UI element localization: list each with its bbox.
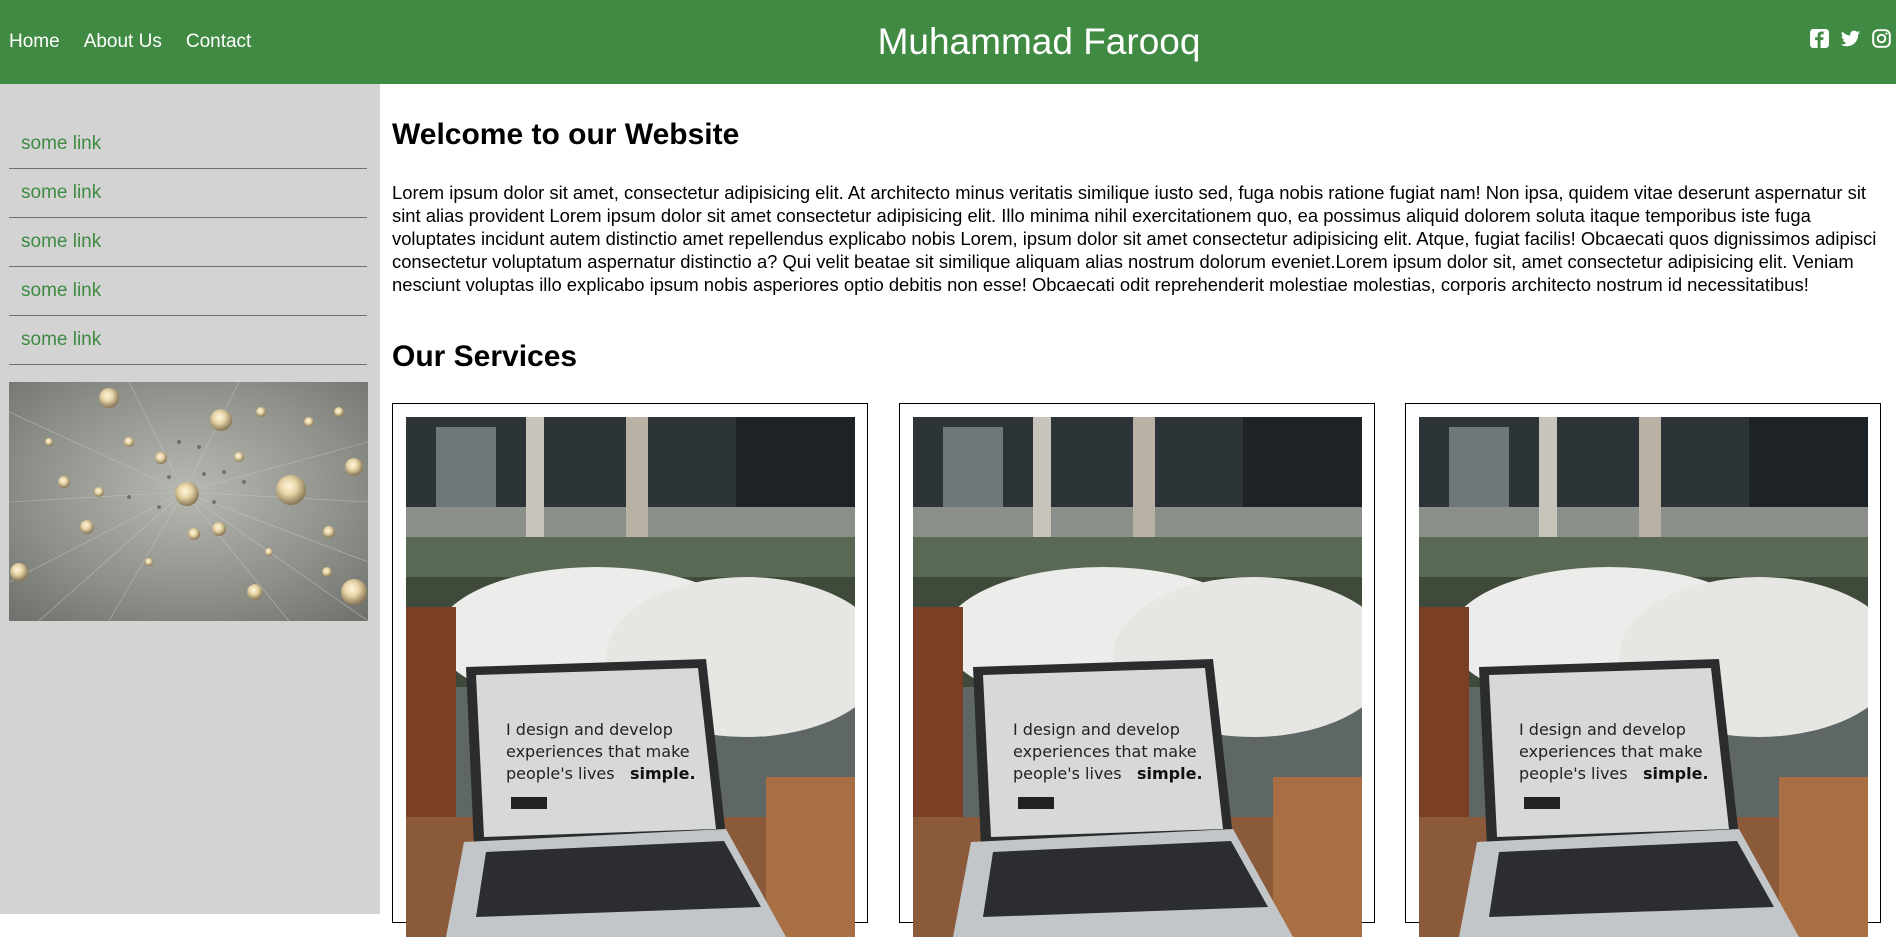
nav-home-link[interactable]: Home: [9, 31, 60, 53]
svg-text:people's lives: people's lives: [1013, 764, 1122, 783]
sidebar-link[interactable]: some link: [21, 231, 101, 253]
welcome-paragraph: Lorem ipsum dolor sit amet, consectetur …: [392, 182, 1877, 295]
svg-text:people's lives: people's lives: [506, 764, 615, 783]
service-card: I design and develop experiences that ma…: [1405, 403, 1881, 937]
sidebar-link[interactable]: some link: [21, 280, 101, 302]
sidebar-item: some link: [9, 169, 367, 218]
sidebar-item: some link: [9, 120, 367, 169]
nav-contact-link[interactable]: Contact: [186, 31, 251, 53]
sidebar: some link some link some link some link …: [0, 84, 380, 914]
service-card-laptop-image: I design and develop experiences that ma…: [406, 417, 855, 937]
svg-text:simple.: simple.: [1137, 764, 1203, 783]
sidebar-item: some link: [9, 316, 367, 365]
svg-text:experiences that make: experiences that make: [1013, 742, 1197, 761]
twitter-icon[interactable]: [1840, 28, 1861, 49]
sidebar-light-bulbs-image: [9, 382, 368, 621]
sidebar-link[interactable]: some link: [21, 182, 101, 204]
top-nav: Home About Us Contact: [9, 0, 275, 84]
svg-text:people's lives: people's lives: [1519, 764, 1628, 783]
svg-text:simple.: simple.: [1643, 764, 1709, 783]
svg-text:I design and develop: I design and develop: [1013, 720, 1180, 739]
social-links: [1809, 28, 1892, 49]
facebook-square-icon[interactable]: [1809, 28, 1830, 49]
svg-text:I design and develop: I design and develop: [1519, 720, 1686, 739]
service-card-laptop-image: I design and develop experiences that ma…: [913, 417, 1362, 937]
service-card-laptop-image: I design and develop experiences that ma…: [1419, 417, 1868, 937]
service-card: I design and develop experiences that ma…: [392, 403, 868, 937]
sidebar-link[interactable]: some link: [21, 329, 101, 351]
welcome-heading: Welcome to our Website: [392, 118, 740, 151]
service-card: I design and develop experiences that ma…: [899, 403, 1375, 937]
svg-text:experiences that make: experiences that make: [1519, 742, 1703, 761]
sidebar-item: some link: [9, 218, 367, 267]
site-title: Muhammad Farooq: [877, 21, 1201, 62]
svg-text:simple.: simple.: [630, 764, 696, 783]
svg-text:experiences that make: experiences that make: [506, 742, 690, 761]
nav-about-link[interactable]: About Us: [84, 31, 162, 53]
instagram-icon[interactable]: [1871, 28, 1892, 49]
site-header: Home About Us Contact Muhammad Farooq: [0, 0, 1896, 84]
sidebar-link[interactable]: some link: [21, 133, 101, 155]
sidebar-item: some link: [9, 267, 367, 316]
services-heading: Our Services: [392, 340, 578, 373]
svg-text:I design and develop: I design and develop: [506, 720, 673, 739]
sidebar-links: some link some link some link some link …: [9, 120, 367, 365]
